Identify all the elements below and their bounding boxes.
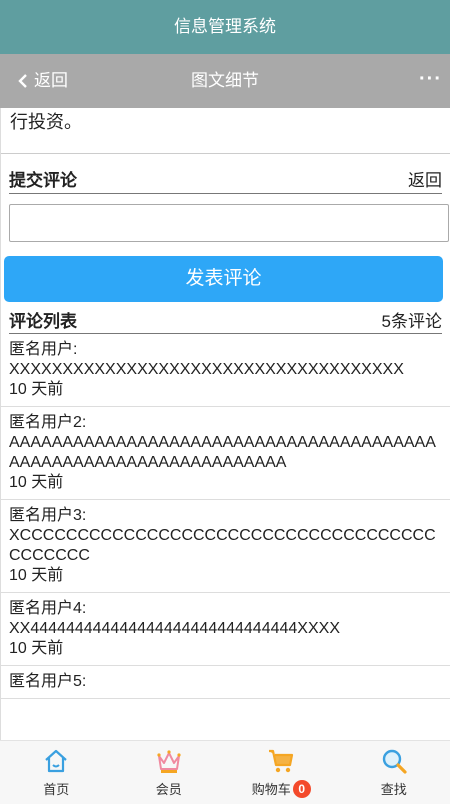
post-comment-button[interactable]: 发表评论 [4,256,443,302]
tab-home[interactable]: 首页 [0,741,113,804]
cart-icon [269,749,294,773]
comment-text: XXXXXXXXXXXXXXXXXXXXXXXXXXXXXXXXXXXXX [9,361,404,378]
comment-text: AAAAAAAAAAAAAAAAAAAAAAAAAAAAAAAAAAAAAAAA… [9,434,436,471]
search-icon [382,749,407,774]
comment-user: 匿名用户3: [9,507,87,524]
nav-bar: 返回 图文细节 ··· [0,54,450,108]
crown-icon [157,750,181,773]
back-button[interactable]: 返回 [16,54,68,108]
comment-text: XCCCCCCCCCCCCCCCCCCCCCCCCCCCCCCCCCCCCCCC… [9,527,436,564]
comment-time: 10 天前 [9,640,64,657]
more-menu-button[interactable]: ··· [419,54,442,104]
comment-user: 匿名用户2: [9,414,87,431]
submit-comment-title: 提交评论 [9,171,77,190]
comment-item: 匿名用户4: XX444444444444444444444444444444X… [1,593,450,666]
comment-user: 匿名用户4: [9,600,87,617]
comment-text: XX444444444444444444444444444444XXXX [9,620,340,637]
comment-item: 匿名用户2: AAAAAAAAAAAAAAAAAAAAAAAAAAAAAAAAA… [1,407,450,500]
bottom-tab-bar: 首页 会员 购物车 0 查找 [0,740,450,804]
comment-time: 10 天前 [9,567,64,584]
comment-user: 匿名用户5: [9,673,87,690]
submit-back-link[interactable]: 返回 [408,166,442,191]
cart-count-badge: 0 [292,779,311,798]
comment-list-header: 评论列表 5条评论 [9,306,442,334]
comment-time: 10 天前 [9,381,64,398]
chevron-left-icon [18,74,27,88]
tab-search[interactable]: 查找 [338,741,450,804]
back-label: 返回 [34,71,68,90]
article-text: 购方面，魔方先后对寓趣等国内多个知名的公寓项目进行投资。 [1,108,450,154]
comment-list-title: 评论列表 [9,312,77,331]
tab-member-label: 会员 [155,782,182,797]
comment-input[interactable] [9,204,449,242]
tab-cart-label: 购物车 [251,782,291,797]
comment-count: 5条评论 [381,312,442,331]
content-scroll-area[interactable]: 购方面，魔方先后对寓趣等国内多个知名的公寓项目进行投资。 提交评论 返回 发表评… [0,108,450,740]
tab-member[interactable]: 会员 [113,741,226,804]
comment-item: 匿名用户: XXXXXXXXXXXXXXXXXXXXXXXXXXXXXXXXXX… [1,334,450,407]
tab-cart[interactable]: 购物车 0 [225,741,338,804]
tab-search-label: 查找 [380,782,407,797]
comment-item: 匿名用户5: [1,666,450,699]
comment-time: 10 天前 [9,474,64,491]
app-title: 信息管理系统 [174,17,276,36]
tab-home-label: 首页 [43,782,70,797]
app-title-bar: 信息管理系统 [0,0,450,54]
submit-comment-header: 提交评论 返回 [9,164,442,194]
comment-item: 匿名用户3: XCCCCCCCCCCCCCCCCCCCCCCCCCCCCCCCC… [1,500,450,593]
home-icon [45,749,67,773]
comment-user: 匿名用户: [9,341,78,358]
